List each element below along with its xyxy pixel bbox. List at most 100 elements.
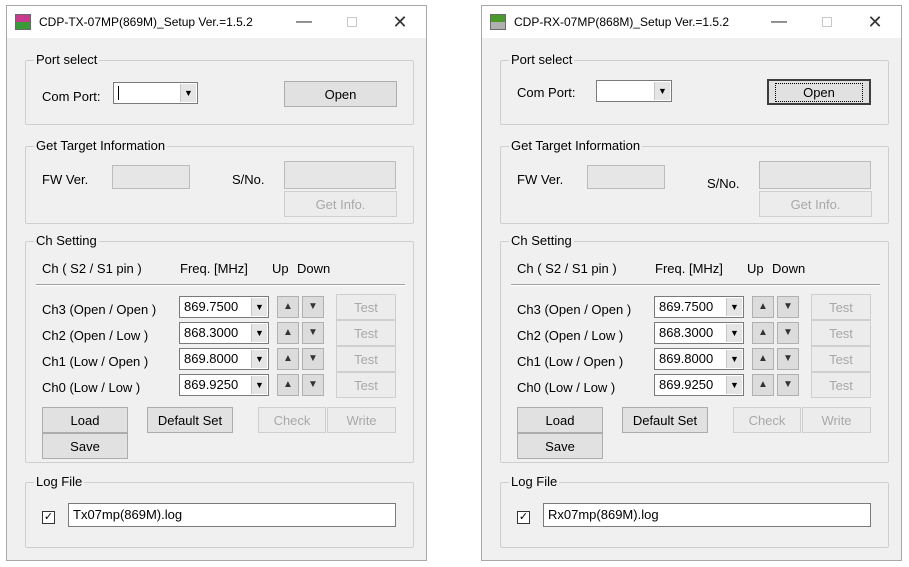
- default-set-button[interactable]: Default Set: [147, 407, 233, 433]
- freq-column-header: Freq. [MHz]: [180, 261, 248, 276]
- load-button[interactable]: Load: [517, 407, 603, 433]
- ch0-test-button[interactable]: Test: [336, 372, 396, 398]
- ch3-up-button[interactable]: ▲: [277, 296, 299, 318]
- ch3-test-button[interactable]: Test: [811, 294, 871, 320]
- ch0-down-button[interactable]: ▼: [302, 374, 324, 396]
- ch0-down-button[interactable]: ▼: [777, 374, 799, 396]
- ch2-label: Ch2 (Open / Low ): [42, 328, 149, 343]
- ch2-freq-combo[interactable]: 868.3000 ▼: [654, 322, 744, 344]
- close-button[interactable]: ✕: [390, 12, 410, 32]
- ch2-test-label: Test: [829, 325, 853, 341]
- ch-column-header: Ch ( S2 / S1 pin ): [42, 261, 142, 276]
- ch1-down-button[interactable]: ▼: [777, 348, 799, 370]
- get-info-button[interactable]: Get Info.: [284, 191, 397, 217]
- ch3-down-button[interactable]: ▼: [777, 296, 799, 318]
- ch-setting-group: Ch Setting Ch ( S2 / S1 pin ) Freq. [MHz…: [25, 233, 414, 463]
- ch0-test-button[interactable]: Test: [811, 372, 871, 398]
- ch0-up-button[interactable]: ▲: [277, 374, 299, 396]
- dropdown-arrow-icon[interactable]: ▼: [654, 82, 670, 100]
- ch1-label: Ch1 (Low / Open ): [42, 354, 149, 369]
- com-port-label: Com Port:: [42, 89, 101, 104]
- write-button[interactable]: Write: [802, 407, 871, 433]
- ch1-freq-combo[interactable]: 869.8000 ▼: [179, 348, 269, 370]
- write-button[interactable]: Write: [327, 407, 396, 433]
- ch2-test-button[interactable]: Test: [336, 320, 396, 346]
- save-label: Save: [70, 438, 100, 454]
- minimize-button[interactable]: —: [769, 12, 789, 32]
- dropdown-arrow-icon[interactable]: ▼: [180, 84, 196, 102]
- com-port-combo[interactable]: ▼: [596, 80, 672, 102]
- maximize-button[interactable]: [817, 12, 837, 32]
- log-file-checkbox[interactable]: ✓: [517, 511, 530, 524]
- ch2-test-button[interactable]: Test: [811, 320, 871, 346]
- down-column-header: Down: [772, 261, 806, 276]
- ch3-down-button[interactable]: ▼: [302, 296, 324, 318]
- port-select-title: Port select: [509, 52, 575, 68]
- dropdown-arrow-icon[interactable]: ▼: [251, 376, 267, 394]
- ch3-up-button[interactable]: ▲: [752, 296, 774, 318]
- open-button[interactable]: Open: [284, 81, 397, 107]
- log-file-checkbox[interactable]: ✓: [42, 511, 55, 524]
- default-set-label: Default Set: [632, 412, 698, 428]
- ch2-down-button[interactable]: ▼: [777, 322, 799, 344]
- dropdown-arrow-icon[interactable]: ▼: [726, 376, 742, 394]
- load-button[interactable]: Load: [42, 407, 128, 433]
- log-file-name-field[interactable]: Tx07mp(869M).log: [68, 503, 396, 527]
- dropdown-arrow-icon[interactable]: ▼: [251, 350, 267, 368]
- get-info-button[interactable]: Get Info.: [759, 191, 872, 217]
- ch0-freq-combo[interactable]: 869.9250 ▼: [654, 374, 744, 396]
- maximize-button[interactable]: [342, 12, 362, 32]
- close-button[interactable]: ✕: [865, 12, 885, 32]
- port-select-title: Port select: [34, 52, 100, 68]
- ch1-test-button[interactable]: Test: [811, 346, 871, 372]
- ch3-label: Ch3 (Open / Open ): [42, 302, 157, 317]
- minimize-button[interactable]: —: [294, 12, 314, 32]
- dropdown-arrow-icon[interactable]: ▼: [726, 298, 742, 316]
- target-info-title: Get Target Information: [34, 138, 168, 154]
- ch0-freq-combo[interactable]: 869.9250 ▼: [179, 374, 269, 396]
- get-info-label: Get Info.: [315, 196, 366, 212]
- ch2-down-button[interactable]: ▼: [302, 322, 324, 344]
- log-file-name-field[interactable]: Rx07mp(869M).log: [543, 503, 871, 527]
- save-button[interactable]: Save: [42, 433, 128, 459]
- title-bar[interactable]: CDP-TX-07MP(869M)_Setup Ver.=1.5.2 — ✕: [7, 6, 426, 38]
- dropdown-arrow-icon[interactable]: ▼: [726, 350, 742, 368]
- com-port-label: Com Port:: [517, 85, 576, 100]
- ch2-up-button[interactable]: ▲: [277, 322, 299, 344]
- open-button[interactable]: Open: [767, 79, 871, 105]
- ch2-test-label: Test: [354, 325, 378, 341]
- ch1-down-button[interactable]: ▼: [302, 348, 324, 370]
- ch1-test-label: Test: [354, 351, 378, 367]
- ch0-up-button[interactable]: ▲: [752, 374, 774, 396]
- window-title: CDP-TX-07MP(869M)_Setup Ver.=1.5.2: [39, 15, 253, 29]
- ch3-test-button[interactable]: Test: [336, 294, 396, 320]
- maximize-icon: [822, 17, 832, 27]
- ch2-freq-value: 868.3000: [184, 325, 239, 340]
- check-button[interactable]: Check: [258, 407, 326, 433]
- ch2-freq-combo[interactable]: 868.3000 ▼: [179, 322, 269, 344]
- dropdown-arrow-icon[interactable]: ▼: [726, 324, 742, 342]
- ch1-freq-combo[interactable]: 869.8000 ▼: [654, 348, 744, 370]
- save-button[interactable]: Save: [517, 433, 603, 459]
- ch2-up-button[interactable]: ▲: [752, 322, 774, 344]
- ch2-freq-value: 868.3000: [659, 325, 714, 340]
- title-bar[interactable]: CDP-RX-07MP(868M)_Setup Ver.=1.5.2 — ✕: [482, 6, 901, 38]
- dropdown-arrow-icon[interactable]: ▼: [251, 324, 267, 342]
- default-set-button[interactable]: Default Set: [622, 407, 708, 433]
- fw-version-field: [112, 165, 190, 189]
- dropdown-arrow-icon[interactable]: ▼: [251, 298, 267, 316]
- text-cursor: [118, 86, 119, 100]
- ch-setting-title: Ch Setting: [509, 233, 574, 249]
- check-button[interactable]: Check: [733, 407, 801, 433]
- ch3-freq-combo[interactable]: 869.7500 ▼: [179, 296, 269, 318]
- target-info-title: Get Target Information: [509, 138, 643, 154]
- ch1-up-button[interactable]: ▲: [277, 348, 299, 370]
- ch3-freq-combo[interactable]: 869.7500 ▼: [654, 296, 744, 318]
- com-port-combo[interactable]: ▼: [113, 82, 198, 104]
- write-label: Write: [821, 412, 852, 428]
- ch1-test-label: Test: [829, 351, 853, 367]
- ch1-up-button[interactable]: ▲: [752, 348, 774, 370]
- ch1-test-button[interactable]: Test: [336, 346, 396, 372]
- window-title: CDP-RX-07MP(868M)_Setup Ver.=1.5.2: [514, 15, 730, 29]
- log-file-group: Log File ✓ Tx07mp(869M).log: [25, 474, 414, 548]
